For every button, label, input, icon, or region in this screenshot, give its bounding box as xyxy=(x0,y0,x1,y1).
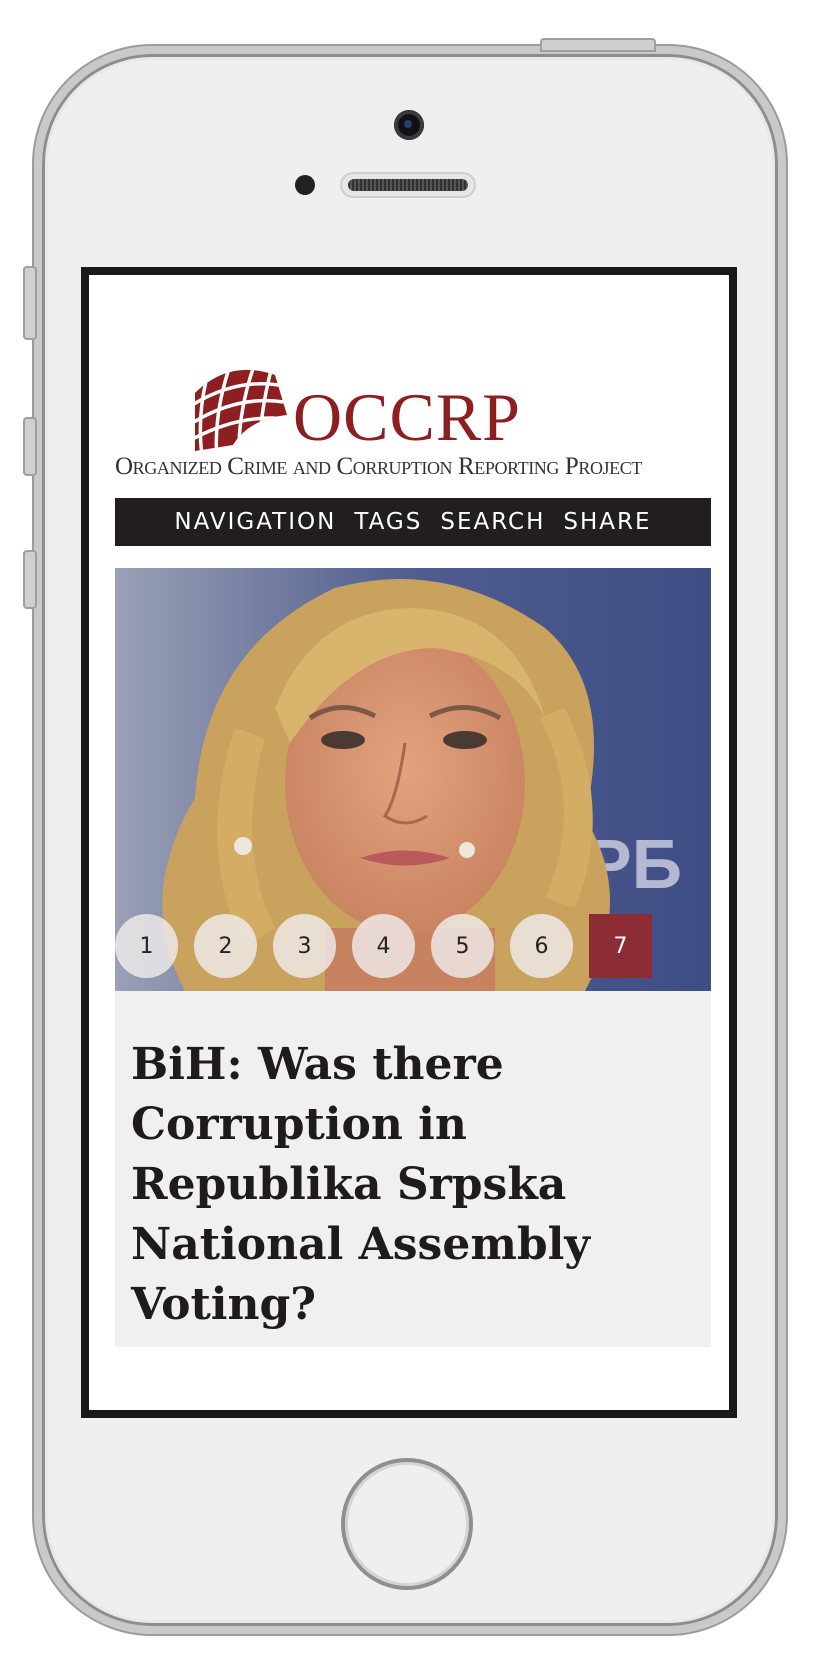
nav-navigation[interactable]: NAVIGATION xyxy=(174,509,336,535)
pager-dot-2[interactable]: 2 xyxy=(194,914,257,978)
slide-pager: 1 2 3 4 5 6 7 xyxy=(115,914,711,980)
pager-dot-5[interactable]: 5 xyxy=(431,914,494,978)
top-navbar: NAVIGATION TAGS SEARCH SHARE xyxy=(115,498,711,546)
sensor-icon xyxy=(295,175,315,195)
volume-down-button xyxy=(23,550,37,609)
phone-screen: OCCRP Organized Crime and Corruption Rep… xyxy=(81,267,737,1418)
volume-up-button xyxy=(23,417,37,476)
hero-slide[interactable]: РБ 1 2 3 4 5 6 7 xyxy=(115,568,711,991)
pager-dot-1[interactable]: 1 xyxy=(115,914,178,978)
occrp-logo[interactable]: OCCRP Organized Crime and Corruption Rep… xyxy=(115,363,711,493)
logo-wordmark: OCCRP xyxy=(293,379,521,455)
globe-logo-icon xyxy=(195,369,287,452)
mute-switch xyxy=(23,266,37,340)
nav-share[interactable]: SHARE xyxy=(563,509,651,535)
camera-icon xyxy=(394,110,424,140)
pager-dot-6[interactable]: 6 xyxy=(510,914,573,978)
home-button-icon[interactable] xyxy=(341,1458,473,1590)
article-headline-box[interactable]: BiH: Was there Corruption in Republika S… xyxy=(115,991,711,1347)
pager-dot-4[interactable]: 4 xyxy=(352,914,415,978)
speaker-icon xyxy=(340,172,476,198)
nav-search[interactable]: SEARCH xyxy=(440,509,545,535)
logo-tagline: Organized Crime and Corruption Reporting… xyxy=(115,453,642,480)
pager-dot-7-active[interactable]: 7 xyxy=(589,914,652,978)
pager-dot-3[interactable]: 3 xyxy=(273,914,336,978)
nav-tags[interactable]: TAGS xyxy=(354,509,422,535)
power-button xyxy=(540,38,656,52)
article-headline[interactable]: BiH: Was there Corruption in Republika S… xyxy=(131,1035,691,1335)
